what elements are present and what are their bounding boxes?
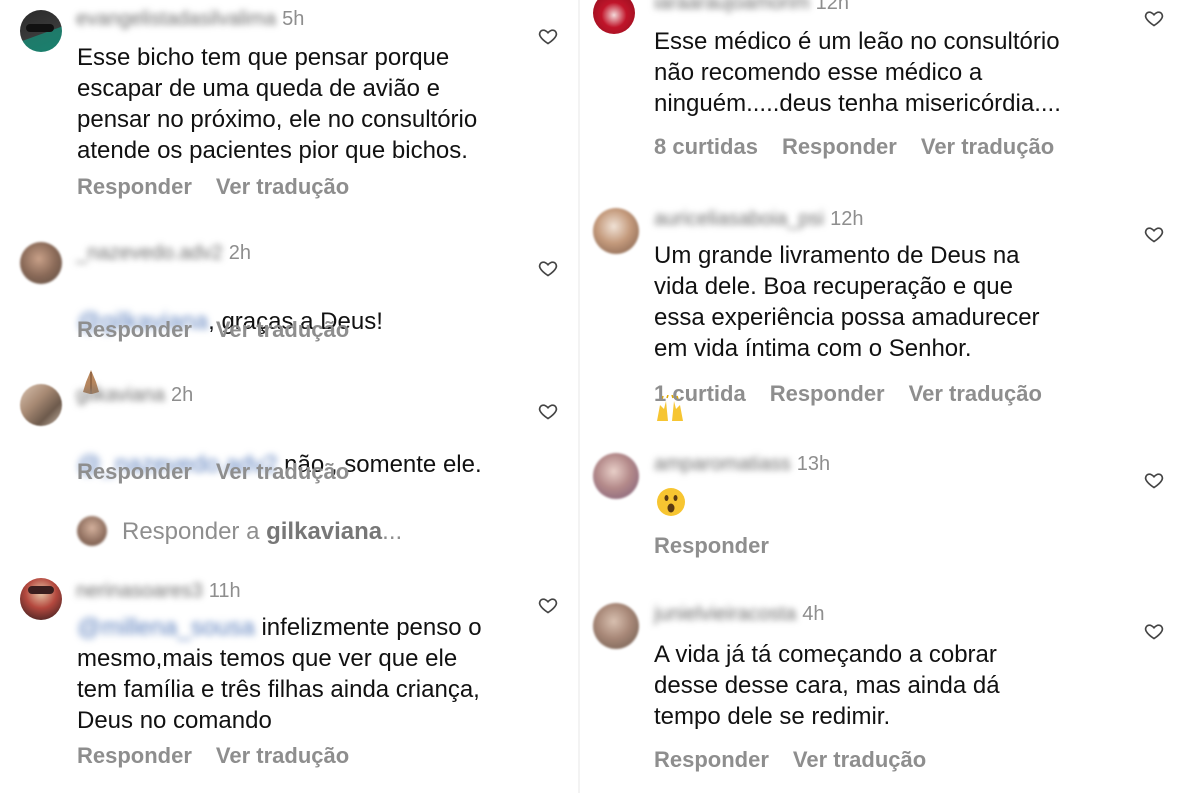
avatar[interactable] (593, 603, 639, 649)
comment-header: iaraaraujoamorim 12h (654, 0, 849, 15)
like-button[interactable] (1144, 470, 1164, 490)
reply-to-user[interactable]: gilkaviana (266, 518, 382, 545)
comments-column-left: evangelistadasilvalima 5h Esse bicho tem … (0, 0, 580, 793)
timestamp: 12h (830, 208, 864, 230)
reply-button[interactable]: Responder (782, 134, 897, 159)
translate-button[interactable]: Ver tradução (793, 747, 926, 772)
comment-header: nerinasoares3 11h (76, 580, 241, 603)
username[interactable]: nerinasoares3 (76, 580, 203, 603)
reply-to-prefix: Responder a (122, 518, 267, 545)
comments-column-right: iaraaraujoamorim 12h Esse médico é um leã… (580, 0, 1200, 793)
comment-item: iaraaraujoamorim 12h Esse médico é um leã… (580, 0, 1200, 190)
reply-button[interactable]: Responder (654, 747, 769, 772)
timestamp: 11h (208, 580, 241, 602)
reply-button[interactable]: Responder (654, 533, 769, 558)
timestamp: 4h (802, 603, 825, 625)
comment-actions: Responder Ver tradução (77, 743, 373, 769)
comment-header: auriceliasaboia_psi 12h (654, 208, 863, 231)
heart-outline-icon (1144, 624, 1164, 640)
username[interactable]: iaraaraujoamorim (654, 0, 810, 15)
comment-actions: Responder Ver tradução (77, 459, 373, 485)
heart-outline-icon (1144, 473, 1164, 489)
translate-button[interactable]: Ver tradução (216, 317, 349, 342)
reply-button[interactable]: Responder (77, 743, 192, 768)
comment-header: evangelistadasilvalima 5h (76, 8, 304, 31)
comment-item: evangelistadasilvalima 5h Esse bicho tem … (0, 0, 580, 220)
comment-text: Esse médico é um leão no consultório não… (654, 28, 1061, 117)
timestamp: 2h (170, 384, 194, 406)
avatar (77, 516, 107, 546)
heart-outline-icon (1144, 11, 1164, 27)
avatar[interactable] (593, 208, 639, 254)
reply-button[interactable]: Responder (77, 174, 192, 199)
avatar[interactable] (593, 0, 635, 34)
avatar[interactable] (20, 578, 62, 620)
avatar[interactable] (20, 10, 62, 52)
translate-button[interactable]: Ver tradução (216, 459, 349, 484)
timestamp: 13h (796, 453, 831, 475)
comment-item: gilkaviana 2h @_nazevedo.adv2 não , somen… (0, 372, 580, 502)
comment-header: junielvieiracosta 4h (654, 603, 825, 626)
comment-item: nerinasoares3 11h @millena_sousa infelizm… (0, 568, 580, 788)
username[interactable]: auriceliasaboia_psi (654, 208, 824, 231)
avatar[interactable] (20, 242, 62, 284)
translate-button[interactable]: Ver tradução (216, 174, 349, 199)
reply-button[interactable]: Responder (77, 459, 192, 484)
comment-actions: Responder (654, 533, 793, 559)
comment-actions: 1 curtida Responder Ver tradução (654, 381, 1066, 407)
comment-item: junielvieiracosta 4h A vida já tá começan… (580, 597, 1200, 793)
comment-body-first-line: infelizmente penso o (254, 614, 482, 641)
reply-composer[interactable]: Responder a gilkaviana... (0, 510, 580, 554)
reply-to-label: Responder a gilkaviana... (122, 518, 402, 546)
comment-item: auriceliasaboia_psi 12h Um grande livrame… (580, 200, 1200, 440)
likes-count[interactable]: 1 curtida (654, 381, 746, 406)
translate-button[interactable]: Ver tradução (921, 134, 1054, 159)
comment-actions: Responder Ver tradução (77, 174, 373, 200)
reply-button[interactable]: Responder (770, 381, 885, 406)
comment-item: _nazevedo.adv2 2h @gilkaviana, graças a D… (0, 230, 580, 394)
username[interactable]: _nazevedo.adv2 (76, 242, 223, 265)
astonished-face-emoji (656, 487, 686, 522)
avatar[interactable] (20, 384, 62, 426)
username[interactable]: gilkaviana (76, 384, 165, 407)
likes-count[interactable]: 8 curtidas (654, 134, 758, 159)
comment-header: _nazevedo.adv2 2h (76, 242, 251, 265)
comment-body: Um grande livramento de Deus na vida del… (654, 242, 1040, 362)
username[interactable]: amparomatiass (654, 453, 791, 476)
comment-header: amparomatiass 13h (654, 453, 830, 476)
comment-actions: 8 curtidas Responder Ver tradução (654, 134, 1078, 160)
username[interactable]: junielvieiracosta (654, 603, 796, 626)
username[interactable]: evangelistadasilvalima (76, 8, 276, 31)
comment-actions: Responder Ver tradução (77, 317, 373, 343)
timestamp: 2h (228, 242, 252, 264)
timestamp: 12h (815, 0, 849, 14)
comment-text: Esse bicho tem que pensar porque escapar… (77, 44, 478, 164)
comment-text: A vida já tá começando a cobrar desse de… (654, 641, 1000, 730)
comment-item: amparomatiass 13h Responder (580, 445, 1200, 575)
reply-button[interactable]: Responder (77, 317, 192, 342)
comment-body-rest: mesmo,mais temos que ver que ele tem fam… (77, 645, 480, 734)
translate-button[interactable]: Ver tradução (216, 743, 349, 768)
like-button[interactable] (1144, 621, 1164, 641)
mention-link[interactable]: @millena_sousa (77, 612, 255, 643)
avatar[interactable] (593, 453, 639, 499)
reply-to-ellipsis: ... (382, 518, 403, 545)
timestamp: 5h (282, 8, 305, 30)
like-button[interactable] (1144, 8, 1164, 28)
translate-button[interactable]: Ver tradução (909, 381, 1042, 406)
comment-text: @millena_sousa infelizmente penso o mesm… (77, 612, 557, 736)
comment-actions: Responder Ver tradução (654, 747, 950, 773)
comment-header: gilkaviana 2h (76, 384, 193, 407)
